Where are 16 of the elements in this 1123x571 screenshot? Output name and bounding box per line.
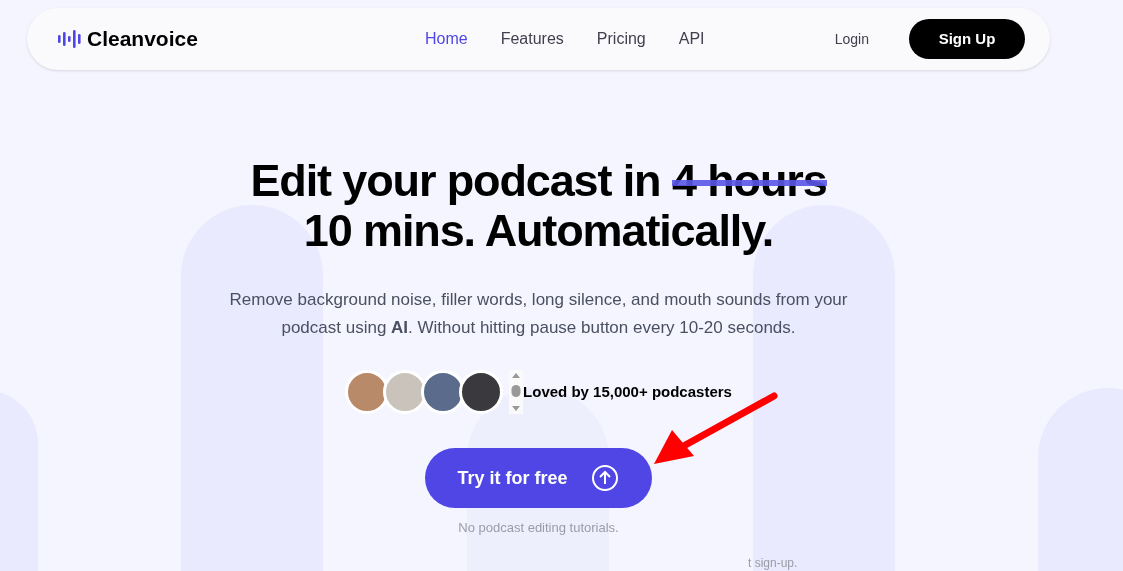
nav-link[interactable]: Pricing [596,27,646,51]
partial-note-text: t sign-up. [748,556,798,570]
hero-subtitle: Remove background noise, filler words, long silence, and mouth sounds from your podcast using AI. Without hitting pause button every 10-20 seconds. [228,289,849,339]
avatar-icon [459,370,504,414]
social-proof-text: Loved by 15,000+ podcasters [523,381,732,402]
note-text: No podcast editing tutorials. [458,519,619,537]
arrow-up-circle-icon [591,465,618,491]
try-free-button[interactable]: Try it for free [425,448,652,508]
nav-link[interactable]: Features [500,27,564,51]
scroll-control-icon [509,370,524,414]
logo-text: Cleanvoice [87,26,198,53]
sign-up-button[interactable]: Sign Up [909,19,1025,59]
nav-link[interactable]: API [678,27,705,51]
login-link[interactable]: Login [834,28,869,50]
sound-wave-icon [57,30,83,48]
nav-link[interactable]: Home [425,27,468,51]
